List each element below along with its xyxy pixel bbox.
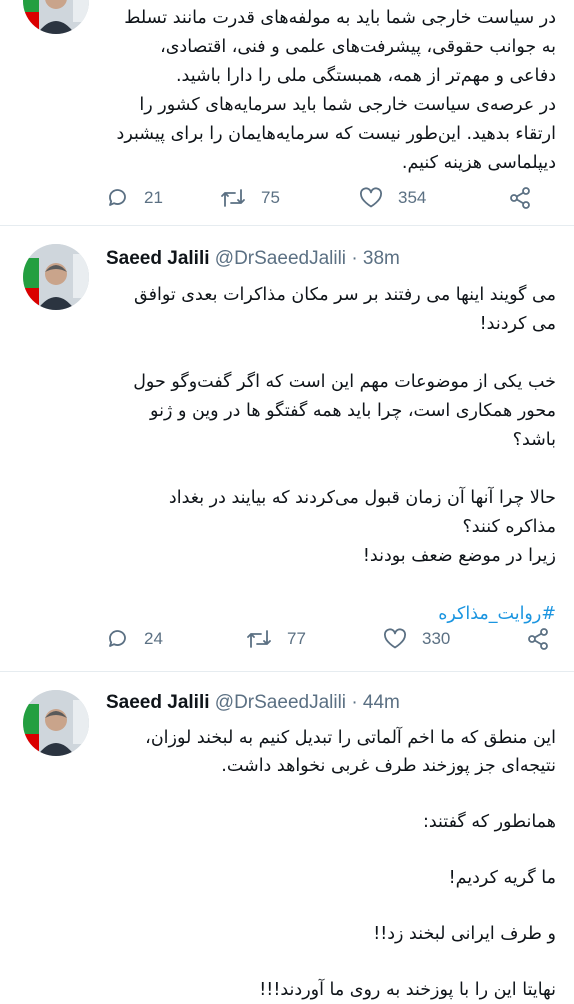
tweet-text: می گویند اینها می رفتند بر سر مکان مذاکر… — [106, 281, 556, 629]
tweet-text: این منطق که ما اخم آلماتی را تبدیل کنیم … — [106, 724, 556, 1004]
text-line: همانطور که گفتند: — [422, 812, 556, 832]
tweet-actions: 24 77 330 — [106, 624, 554, 654]
like-button[interactable]: 354 — [358, 186, 508, 210]
text-line — [106, 948, 556, 976]
retweet-button[interactable]: 75 — [219, 186, 358, 210]
avatar[interactable] — [23, 244, 89, 310]
tweet-actions: 21 75 354 — [106, 183, 554, 213]
avatar[interactable] — [23, 690, 89, 756]
retweet-count: 75 — [261, 188, 280, 207]
text-line: محور همکاری است، چرا باید همه گفتگو ها د… — [150, 401, 556, 421]
reply-icon — [109, 189, 126, 206]
heart-icon — [360, 187, 382, 208]
avatar-photo — [23, 690, 89, 756]
text-line: می کردند! — [479, 314, 556, 334]
tweet-time[interactable]: 38m — [363, 248, 400, 269]
tweet-1[interactable]: در سیاست خارجی شما باید به مولفه‌های قدر… — [0, 0, 574, 226]
separator-dot: · — [351, 692, 358, 713]
text-line — [106, 455, 556, 484]
share-icon — [510, 187, 530, 209]
text-line: زیرا در موضع ضعف بودند! — [362, 546, 556, 566]
text-line: این منطق که ما اخم آلماتی را تبدیل کنیم … — [145, 728, 556, 748]
text-line — [106, 571, 556, 600]
text-line: باشد؟ — [512, 430, 556, 450]
text-line: دفاعی و مهم‌تر از همه، همبستگی ملی را دا… — [175, 66, 556, 86]
avatar-photo — [23, 0, 89, 34]
text-line: می گویند اینها می رفتند بر سر مکان مذاکر… — [134, 285, 556, 305]
author-name[interactable]: Saeed Jalili — [106, 692, 210, 713]
text-line — [106, 892, 556, 920]
text-line: نتیجه‌ای جز پوزخند طرف غربی نخواهد داشت. — [221, 756, 556, 776]
text-line: دیپلماسی هزینه کنیم. — [401, 153, 556, 173]
reply-icon — [109, 630, 126, 647]
text-line: حالا چرا آنها آن زمان قبول می‌کردند که ب… — [168, 488, 556, 508]
reply-button[interactable]: 21 — [106, 186, 219, 210]
retweet-button[interactable]: 77 — [245, 627, 382, 651]
author-handle[interactable]: @DrSaeedJalili — [215, 248, 346, 269]
reply-count: 24 — [144, 629, 163, 648]
tweet-time[interactable]: 44m — [363, 692, 400, 713]
reply-count: 21 — [144, 188, 163, 207]
text-line: خب یکی از موضوعات مهم این است که اگر گفت… — [133, 372, 556, 392]
avatar[interactable] — [23, 0, 89, 34]
like-button[interactable]: 330 — [382, 627, 526, 651]
like-count: 330 — [422, 629, 451, 648]
text-line: در عرصه‌ی سیاست خارجی شما باید سرمایه‌ها… — [139, 95, 556, 115]
tweet-text: در سیاست خارجی شما باید به مولفه‌های قدر… — [106, 4, 556, 178]
tweet-2[interactable]: Saeed Jalili @DrSaeedJalili · 38m می گوی… — [0, 226, 574, 672]
text-line: مذاکره کنند؟ — [462, 517, 556, 537]
tweet-3[interactable]: Saeed Jalili @DrSaeedJalili · 44m این من… — [0, 672, 574, 1000]
retweet-icon — [247, 630, 271, 648]
text-line: و طرف ایرانی لبخند زد!! — [373, 924, 556, 944]
text-line — [106, 780, 556, 808]
text-line — [106, 836, 556, 864]
author-name[interactable]: Saeed Jalili — [106, 248, 210, 269]
avatar-photo — [23, 244, 89, 310]
text-line: ما گریه کردیم! — [448, 868, 556, 888]
retweet-count: 77 — [287, 629, 306, 648]
text-line: به جوانب حقوقی، پیشرفت‌های علمی و فنی، ا… — [160, 37, 556, 57]
text-line: ارتقاء بدهید. این‌طور نیست که سرمایه‌های… — [116, 124, 556, 144]
author-handle[interactable]: @DrSaeedJalili — [215, 692, 346, 713]
tweet-header: Saeed Jalili @DrSaeedJalili · 44m — [106, 692, 400, 714]
like-count: 354 — [398, 188, 427, 207]
separator-dot: · — [351, 248, 358, 269]
share-button[interactable] — [508, 186, 532, 210]
share-icon — [528, 628, 548, 650]
retweet-icon — [221, 189, 245, 207]
share-button[interactable] — [526, 627, 550, 651]
tweet-header: Saeed Jalili @DrSaeedJalili · 38m — [106, 248, 400, 270]
reply-button[interactable]: 24 — [106, 627, 245, 651]
heart-icon — [384, 628, 406, 649]
text-line: در سیاست خارجی شما باید به مولفه‌های قدر… — [124, 8, 556, 28]
text-line — [106, 339, 556, 368]
